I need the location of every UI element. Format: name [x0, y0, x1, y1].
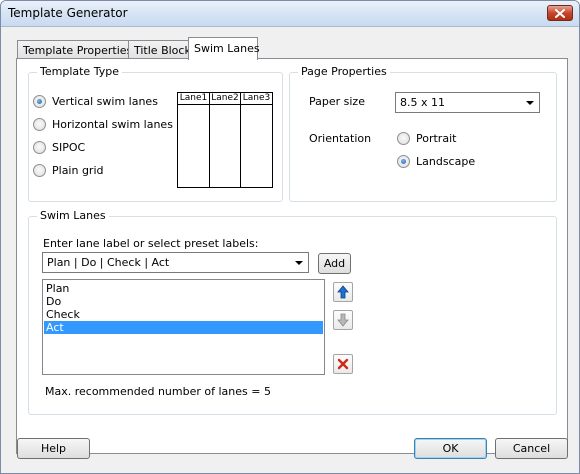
template-preview: Lane1 Lane2 Lane3	[177, 92, 273, 188]
tab-swim-lanes[interactable]: Swim Lanes	[188, 37, 260, 60]
radio-horizontal-swim-lanes[interactable]: Horizontal swim lanes	[33, 116, 173, 132]
max-lanes-note: Max. recommended number of lanes = 5	[45, 385, 271, 398]
arrow-up-icon	[337, 285, 349, 299]
radio-sipoc[interactable]: SIPOC	[33, 139, 85, 155]
preview-lane-header: Lane3	[241, 93, 272, 105]
title-bar[interactable]: Template Generator	[1, 1, 579, 27]
preview-lane: Lane3	[241, 93, 272, 187]
radio-portrait[interactable]: Portrait	[397, 130, 456, 146]
arrow-down-icon	[337, 313, 349, 327]
add-lane-button[interactable]: Add	[318, 253, 351, 274]
list-item[interactable]: Check	[44, 308, 323, 321]
chevron-down-icon[interactable]	[526, 101, 534, 105]
tab-template-properties[interactable]: Template Properties	[17, 40, 132, 59]
radio-button[interactable]	[33, 94, 46, 108]
chevron-down-icon[interactable]	[295, 261, 303, 265]
orientation-label: Orientation	[309, 132, 372, 145]
page-properties-label: Page Properties	[298, 65, 390, 78]
radio-button[interactable]	[397, 131, 410, 145]
radio-plain-grid[interactable]: Plain grid	[33, 162, 104, 178]
preview-lane-header: Lane2	[210, 93, 240, 105]
list-item[interactable]: Do	[44, 295, 323, 308]
delete-lane-button[interactable]	[333, 354, 353, 374]
list-item-selected[interactable]: Act	[44, 321, 323, 334]
swim-lanes-group: Swim Lanes Enter lane label or select pr…	[28, 209, 557, 415]
dialog-body: Template Properties Title Block Swim Lan…	[6, 28, 574, 470]
preview-lane: Lane2	[210, 93, 241, 187]
radio-button[interactable]	[33, 117, 46, 131]
radio-button[interactable]	[33, 163, 46, 177]
window-title: Template Generator	[8, 6, 128, 20]
delete-icon	[337, 358, 349, 370]
close-button[interactable]	[547, 5, 573, 21]
close-icon	[555, 8, 565, 18]
cancel-button[interactable]: Cancel	[495, 438, 568, 459]
paper-size-label: Paper size	[309, 95, 365, 108]
page-properties-group: Page Properties Paper size 8.5 x 11 Orie…	[289, 65, 557, 202]
swim-lanes-label: Swim Lanes	[37, 209, 109, 222]
radio-button[interactable]	[397, 154, 410, 168]
lane-label-instruction: Enter lane label or select preset labels…	[43, 237, 259, 250]
preview-lane-header: Lane1	[178, 93, 209, 105]
template-generator-dialog: Template Generator Template Properties T…	[0, 0, 580, 474]
template-type-label: Template Type	[37, 65, 122, 78]
ok-button[interactable]: OK	[414, 438, 487, 459]
lane-list[interactable]: Plan Do Check Act	[42, 279, 325, 375]
paper-size-select[interactable]: 8.5 x 11	[395, 92, 540, 113]
swim-lanes-panel: Template Type Vertical swim lanes Horizo…	[16, 58, 568, 454]
radio-landscape[interactable]: Landscape	[397, 153, 475, 169]
move-down-button[interactable]	[333, 310, 353, 330]
lane-label-combobox[interactable]: Plan | Do | Check | Act	[42, 252, 309, 273]
list-item[interactable]: Plan	[44, 282, 323, 295]
tab-title-block[interactable]: Title Block	[128, 40, 191, 59]
template-type-group: Template Type Vertical swim lanes Horizo…	[28, 65, 283, 202]
move-up-button[interactable]	[333, 282, 353, 302]
help-button[interactable]: Help	[17, 438, 90, 459]
preview-lane: Lane1	[178, 93, 210, 187]
radio-vertical-swim-lanes[interactable]: Vertical swim lanes	[33, 93, 158, 109]
radio-button[interactable]	[33, 140, 46, 154]
